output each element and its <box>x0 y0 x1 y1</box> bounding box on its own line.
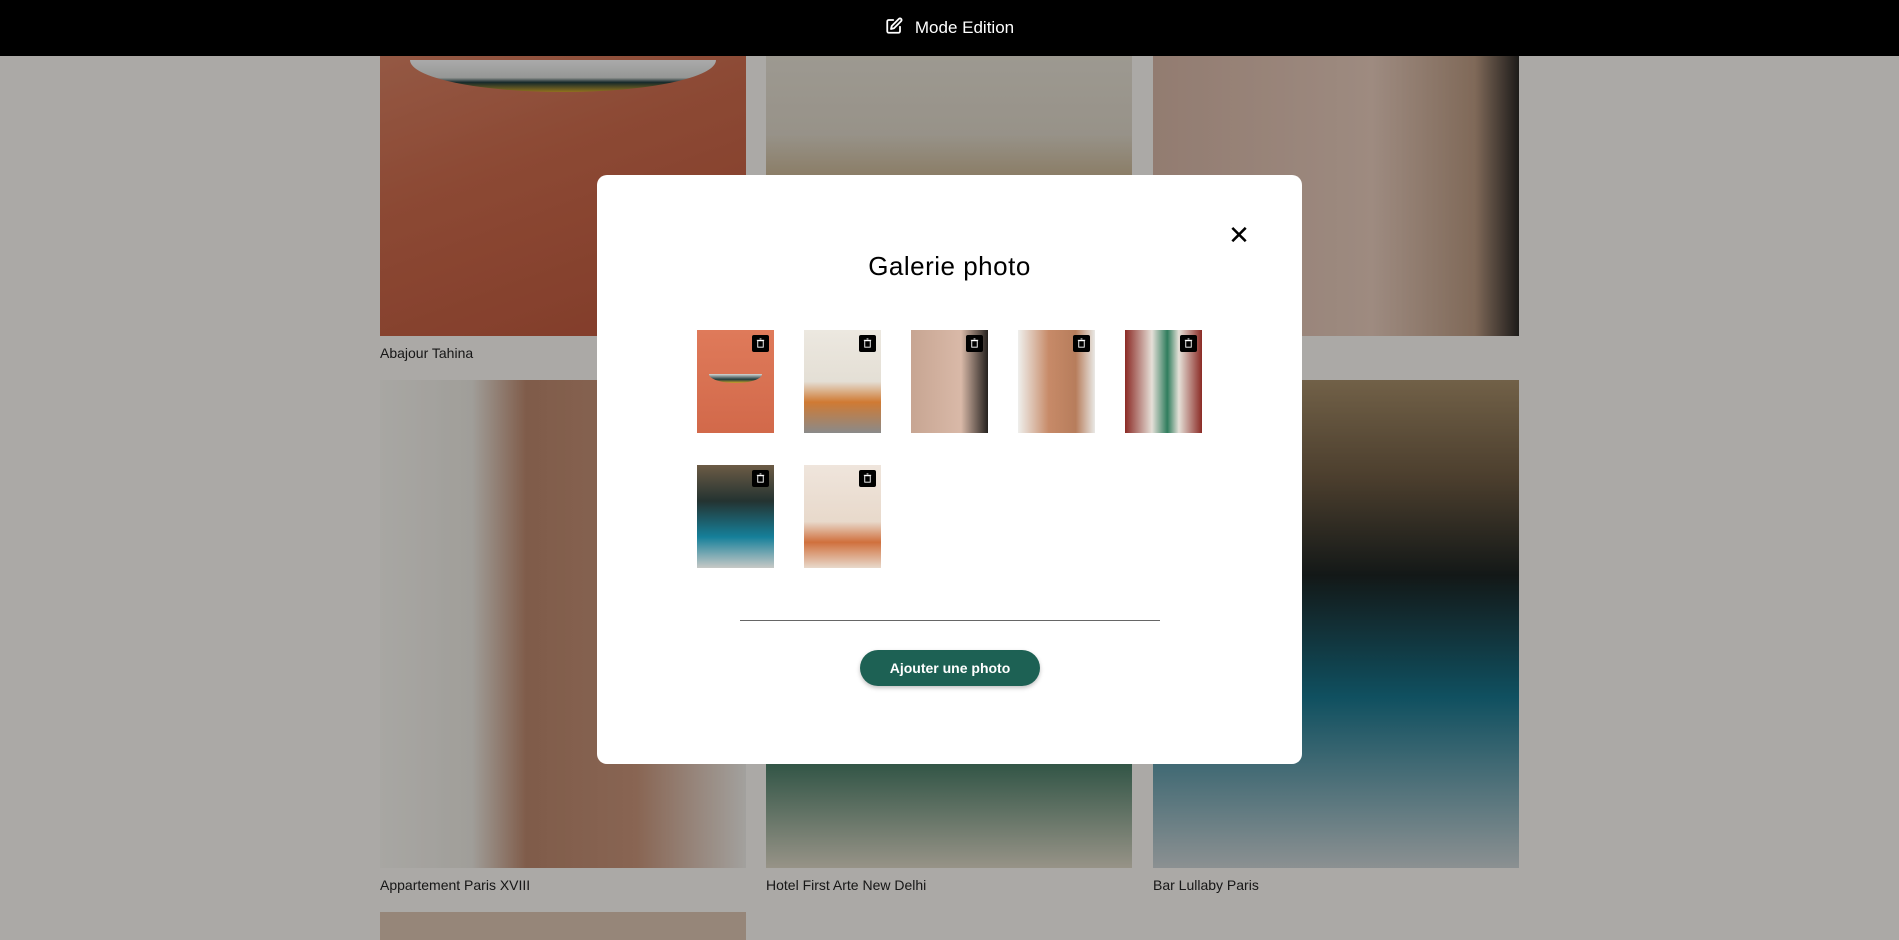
photo-thumbnail[interactable] <box>1018 330 1095 433</box>
photo-thumbnail[interactable] <box>911 330 988 433</box>
photo-thumbnail[interactable] <box>804 465 881 568</box>
edit-mode-label: Mode Edition <box>914 18 1015 37</box>
photo-thumbnail[interactable] <box>697 465 774 568</box>
photo-thumbnail[interactable] <box>804 330 881 433</box>
lamp-shape <box>709 374 762 383</box>
trash-icon[interactable] <box>859 335 876 352</box>
modal-title: Galerie photo <box>868 251 1031 281</box>
photo-gallery-modal: ✕ Galerie photo Ajouter une photo <box>597 175 1302 764</box>
edit-mode-bar: Mode Edition <box>0 0 1899 56</box>
divider <box>740 620 1160 621</box>
trash-icon[interactable] <box>859 470 876 487</box>
trash-icon[interactable] <box>752 335 769 352</box>
trash-icon[interactable] <box>1180 335 1197 352</box>
photo-thumbnail[interactable] <box>1125 330 1202 433</box>
photo-thumbnail[interactable] <box>697 330 774 433</box>
add-photo-button[interactable]: Ajouter une photo <box>860 650 1040 686</box>
trash-icon[interactable] <box>966 335 983 352</box>
close-icon[interactable]: ✕ <box>1224 221 1254 251</box>
trash-icon[interactable] <box>1073 335 1090 352</box>
trash-icon[interactable] <box>752 470 769 487</box>
edit-icon <box>885 17 903 40</box>
